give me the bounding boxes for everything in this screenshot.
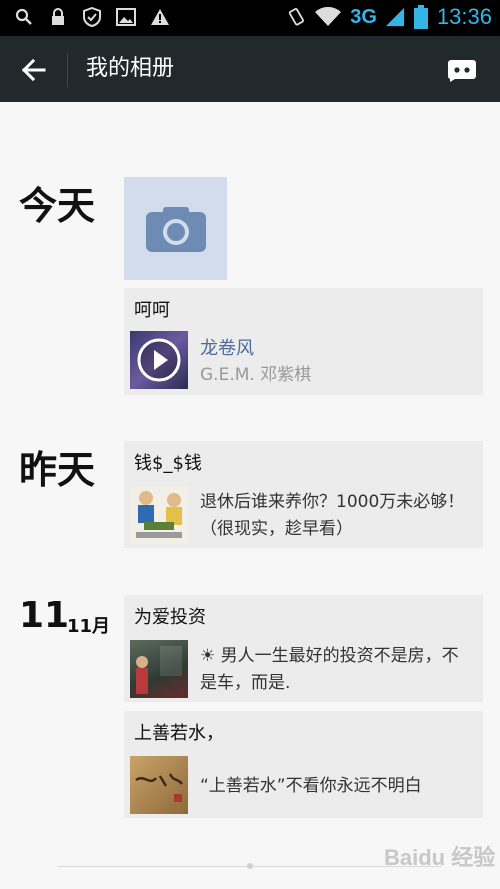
song-artist: G.E.M. 邓紫棋 — [200, 365, 312, 385]
back-button[interactable] — [18, 54, 50, 86]
date-label-month: 11月 — [67, 616, 111, 637]
battery-icon — [413, 5, 429, 29]
post-title: 上善若水， — [134, 723, 224, 744]
post-card[interactable]: 为爱投资 ☀ 男人一生最好的投资不是房，不是车，而是. — [124, 595, 483, 702]
post-title: 呵呵 — [134, 300, 170, 321]
post-link-text: 退休后谁来养你？1000万未必够！（很现实，趁早看） — [200, 492, 465, 539]
wifi-icon — [314, 6, 342, 27]
signal-icon — [385, 7, 405, 27]
song-title: 龙卷风 — [200, 338, 254, 359]
post-link-text: ☀ 男人一生最好的投资不是房，不是车，而是. — [200, 646, 459, 693]
post-card[interactable]: 上善若水， “上善若水”不看你永远不明白 — [124, 711, 483, 818]
article-thumbnail — [130, 640, 188, 698]
clock: 13:36 — [436, 4, 492, 29]
post-title: 为爱投资 — [134, 607, 206, 628]
shield-icon — [82, 7, 102, 27]
chat-bubble-icon — [447, 60, 476, 82]
divider-dot — [247, 863, 253, 869]
date-label-day: 11 — [19, 595, 70, 636]
calligraphy-icon — [135, 773, 184, 802]
album-thumbnail — [130, 331, 188, 389]
post-link-text: “上善若水”不看你永远不明白 — [200, 776, 422, 796]
play-icon — [137, 338, 181, 382]
title-bar: 我的相册 — [0, 36, 500, 102]
network-type: 3G — [350, 5, 377, 28]
add-photo-button[interactable] — [124, 177, 227, 280]
post-card[interactable]: 呵呵 龙卷风 G.E.M. 邓紫棋 — [124, 288, 483, 395]
back-arrow-icon — [21, 58, 46, 82]
warning-icon — [150, 7, 170, 27]
title-divider — [67, 53, 68, 87]
page-title: 我的相册 — [86, 56, 175, 81]
vibrate-icon — [286, 7, 306, 27]
watermark: Baidu 经验 — [384, 845, 496, 870]
lock-icon — [48, 7, 68, 27]
post-title: 钱$_$钱 — [134, 453, 202, 474]
image-icon — [116, 7, 136, 27]
post-card[interactable]: 钱$_$钱 退休后谁来养你？1000万未必够！（很现实，趁早看） — [124, 441, 483, 548]
status-bar: 3G 13:36 — [0, 0, 500, 36]
date-label-yesterday: 昨天 — [19, 448, 96, 492]
camera-icon — [145, 206, 206, 252]
article-thumbnail — [130, 486, 188, 544]
search-icon — [14, 7, 34, 27]
article-thumbnail — [130, 756, 188, 814]
message-button[interactable] — [446, 58, 478, 82]
date-label-today: 今天 — [19, 184, 96, 228]
